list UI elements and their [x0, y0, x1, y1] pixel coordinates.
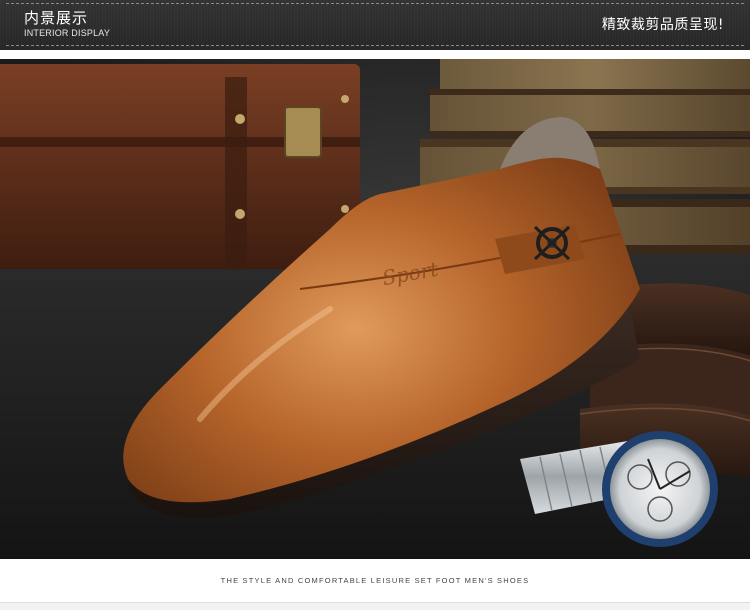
section-slogan: 精致裁剪品质呈现!: [601, 17, 724, 33]
header-bottom-stitching: [6, 45, 744, 46]
product-photo: Sport: [0, 59, 750, 559]
leather-trunk: [0, 64, 360, 269]
section-header: 内景展示 INTERIOR DISPLAY 精致裁剪品质呈现!: [0, 0, 750, 50]
section-subtitle: INTERIOR DISPLAY: [24, 28, 111, 38]
footer-tagline: THE STYLE AND COMFORTABLE LEISURE SET FO…: [220, 576, 530, 585]
section-title: 内景展示: [24, 9, 89, 27]
product-photo-illustration: Sport: [0, 59, 750, 559]
header-top-stitching: [6, 3, 744, 4]
